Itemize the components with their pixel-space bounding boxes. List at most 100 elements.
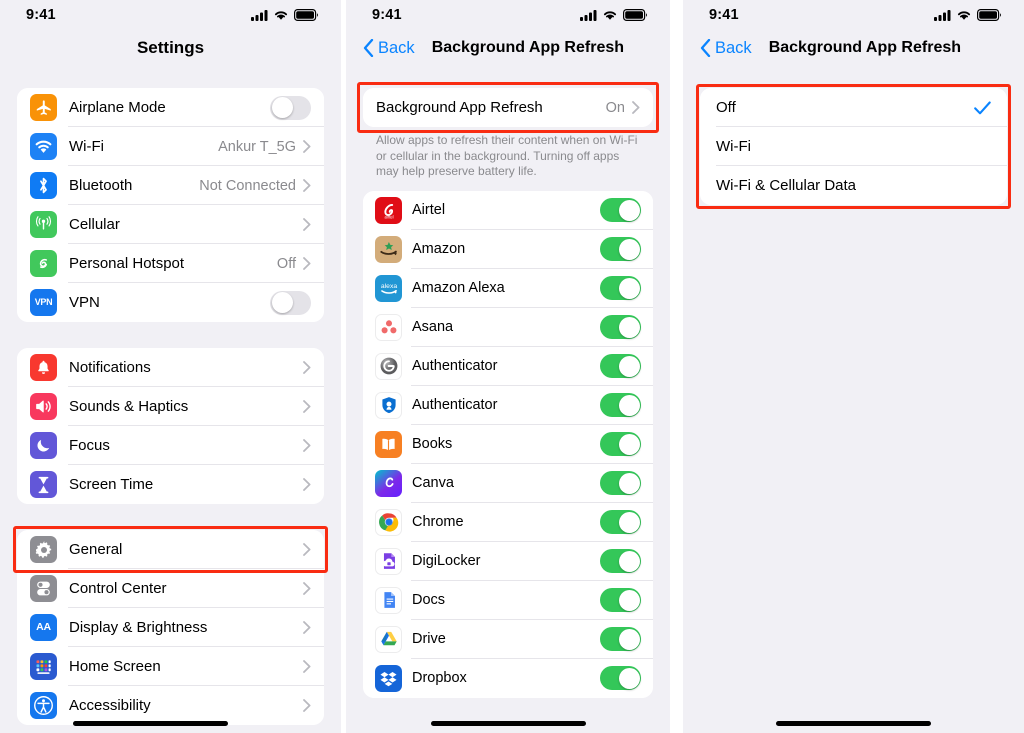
wifi-icon xyxy=(957,11,971,20)
page-title: Background App Refresh xyxy=(768,39,962,56)
row-label: Display & Brightness xyxy=(69,619,208,636)
app-label: Amazon Alexa xyxy=(412,280,505,296)
app-row-asana[interactable]: Asana xyxy=(363,307,653,347)
battery-icon xyxy=(294,9,318,21)
row-label: General xyxy=(69,541,123,558)
back-label: Back xyxy=(378,38,415,57)
app-switch-amazon-alexa[interactable] xyxy=(600,276,641,300)
settings-row-sounds-haptics[interactable]: Sounds & Haptics xyxy=(17,387,324,426)
app-switch-dropbox[interactable] xyxy=(600,666,641,690)
settings-row-notifications[interactable]: Notifications xyxy=(17,348,324,387)
app-row-docs[interactable]: Docs xyxy=(363,580,653,620)
cellular-icon xyxy=(30,211,57,238)
row-label: Screen Time xyxy=(69,476,154,493)
app-row-dropbox[interactable]: Dropbox xyxy=(363,658,653,698)
chevron-left-icon xyxy=(363,39,374,57)
app-switch-docs[interactable] xyxy=(600,588,641,612)
settings-row-focus[interactable]: Focus xyxy=(17,426,324,465)
home-indicator xyxy=(776,721,931,726)
row-label: Cellular xyxy=(69,216,120,233)
row-label: Focus xyxy=(69,437,110,454)
settings-row-cellular[interactable]: Cellular xyxy=(17,205,324,244)
settings-row-airplane-mode[interactable]: Airplane Mode xyxy=(17,88,324,127)
app-label: Asana xyxy=(412,319,454,335)
bluetooth-icon xyxy=(30,172,57,199)
app-switch-canva[interactable] xyxy=(600,471,641,495)
nav-bar-bar: Back Background App Refresh xyxy=(346,30,670,66)
back-button[interactable]: Back xyxy=(700,39,752,58)
settings-row-home-screen[interactable]: Home Screen xyxy=(17,647,324,686)
option-row-wi-fi-and-cellular-data[interactable]: Wi-Fi & Cellular Data xyxy=(700,166,1007,205)
row-label: Accessibility xyxy=(69,697,151,714)
home-indicator xyxy=(431,721,586,726)
app-switch-authenticator[interactable] xyxy=(600,354,641,378)
settings-row-vpn[interactable]: VPN VPN xyxy=(17,283,324,322)
status-icons xyxy=(934,9,1002,21)
switch-knob xyxy=(618,355,640,377)
option-row-off[interactable]: Off xyxy=(700,88,1007,127)
app-switch-drive[interactable] xyxy=(600,627,641,651)
settings-row-wi-fi[interactable]: Wi-Fi Ankur T_5G xyxy=(17,127,324,166)
settings-row-display-brightness[interactable]: AA Display & Brightness xyxy=(17,608,324,647)
app-label: Canva xyxy=(412,475,454,491)
row-label: Airplane Mode xyxy=(69,99,166,116)
background-app-refresh-row[interactable]: Background App Refresh On xyxy=(363,88,653,127)
settings-row-bluetooth[interactable]: Bluetooth Not Connected xyxy=(17,166,324,205)
app-row-authenticator[interactable]: Authenticator xyxy=(363,346,653,386)
app-switch-digilocker[interactable] xyxy=(600,549,641,573)
app-row-amazon[interactable]: Amazon xyxy=(363,229,653,269)
app-row-digilocker[interactable]: DigiLocker xyxy=(363,541,653,581)
switch-vpn[interactable] xyxy=(270,290,311,315)
switch-airplane-mode[interactable] xyxy=(270,95,311,120)
option-row-wi-fi[interactable]: Wi-Fi xyxy=(700,127,1007,166)
app-row-authenticator[interactable]: Authenticator xyxy=(363,385,653,425)
settings-row-screen-time[interactable]: Screen Time xyxy=(17,465,324,504)
app-switch-authenticator[interactable] xyxy=(600,393,641,417)
switch-knob xyxy=(618,277,640,299)
phone-panel-bar-options: 9:41 Back Background App Refresh Off Wi-… xyxy=(683,0,1024,733)
app-switch-amazon[interactable] xyxy=(600,237,641,261)
app-row-amazon-alexa[interactable]: alexa Amazon Alexa xyxy=(363,268,653,308)
app-switch-books[interactable] xyxy=(600,432,641,456)
settings-row-accessibility[interactable]: Accessibility xyxy=(17,686,324,725)
settings-row-personal-hotspot[interactable]: Personal Hotspot Off xyxy=(17,244,324,283)
svg-text:airtel: airtel xyxy=(384,214,393,219)
row-label: Home Screen xyxy=(69,658,161,675)
display-brightness-icon: AA xyxy=(30,614,57,641)
chevron-right-icon xyxy=(303,582,311,595)
switch-knob xyxy=(618,589,640,611)
app-switch-asana[interactable] xyxy=(600,315,641,339)
settings-row-general[interactable]: General xyxy=(17,530,324,569)
hotspot-icon xyxy=(30,250,57,277)
bar-options-group: Off Wi-Fi Wi-Fi & Cellular Data xyxy=(700,88,1007,205)
app-row-drive[interactable]: Drive xyxy=(363,619,653,659)
status-bar: 9:41 xyxy=(683,0,1024,30)
app-label: Amazon xyxy=(412,241,466,257)
switch-knob xyxy=(618,238,640,260)
page-title: Settings xyxy=(136,38,205,57)
checkmark-icon xyxy=(974,100,991,114)
back-label: Back xyxy=(715,38,752,57)
row-label: Sounds & Haptics xyxy=(69,398,189,415)
chevron-left-icon xyxy=(700,39,711,57)
app-label: DigiLocker xyxy=(412,553,481,569)
status-bar: 9:41 xyxy=(346,0,670,30)
app-label: Docs xyxy=(412,592,446,608)
app-row-airtel[interactable]: airtel Airtel xyxy=(363,190,653,230)
app-switch-airtel[interactable] xyxy=(600,198,641,222)
app-row-chrome[interactable]: Chrome xyxy=(363,502,653,542)
app-switch-chrome[interactable] xyxy=(600,510,641,534)
chevron-right-icon xyxy=(303,140,311,153)
chevron-right-icon xyxy=(303,400,311,413)
app-row-books[interactable]: Books xyxy=(363,424,653,464)
chevron-right-icon xyxy=(303,218,311,231)
cellular-signal-icon xyxy=(251,10,268,21)
settings-row-control-center[interactable]: Control Center xyxy=(17,569,324,608)
chevron-right-icon xyxy=(303,439,311,452)
switch-knob xyxy=(618,394,640,416)
chevron-right-icon xyxy=(303,478,311,491)
app-row-canva[interactable]: Canva xyxy=(363,463,653,503)
back-button[interactable]: Back xyxy=(363,39,415,58)
switch-knob xyxy=(618,433,640,455)
dropbox-app-icon xyxy=(375,664,402,692)
